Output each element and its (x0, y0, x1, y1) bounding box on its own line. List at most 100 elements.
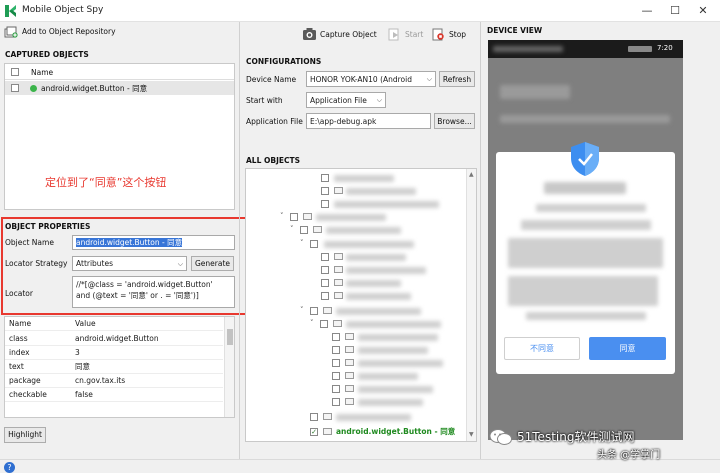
tree-node-checkbox[interactable] (321, 253, 329, 261)
privacy-dialog: 不同意 同意 (496, 142, 675, 374)
tree-node-checkbox[interactable] (332, 359, 340, 367)
close-button[interactable]: ✕ (690, 2, 716, 20)
all-objects-heading: ALL OBJECTS (246, 156, 301, 165)
scroll-up-icon[interactable]: ▲ (469, 171, 474, 178)
table-row[interactable]: text 同意 (5, 360, 223, 374)
tree-node-blurred (346, 188, 416, 195)
tree-node-blurred (346, 293, 411, 300)
tree-node-checkbox[interactable] (321, 174, 329, 182)
start-with-select[interactable]: Application File ⌵ (306, 92, 386, 108)
stop-label: Stop (449, 30, 467, 39)
captured-objects-list: Name android.widget.Button - 同意 定位到了“同意”… (4, 63, 235, 210)
window-title: Mobile Object Spy (22, 5, 104, 15)
configurations-heading: CONFIGURATIONS (246, 57, 322, 66)
captured-item-label: android.widget.Button - 同意 (41, 84, 148, 93)
tree-node-checkbox[interactable] (310, 307, 318, 315)
tree-node-blurred (334, 175, 394, 182)
add-to-repo-button[interactable]: Add to Object Repository (2, 24, 242, 40)
stop-button[interactable]: Stop (432, 27, 472, 43)
table-row[interactable]: package cn.gov.tax.its (5, 374, 223, 388)
refresh-button[interactable]: Refresh (439, 71, 475, 87)
start-button[interactable]: Start (388, 27, 428, 43)
tree-node-selected-label: android.widget.Button - 同意 (336, 427, 456, 436)
tree-expand-icon[interactable]: ˅ (310, 319, 314, 327)
agree-button[interactable]: 同意 (589, 337, 666, 360)
capture-object-button[interactable]: Capture Object (302, 27, 382, 43)
tree-node-checkbox[interactable] (321, 266, 329, 274)
start-icon (388, 28, 399, 41)
device-screen[interactable]: 7:20 不同意 同意 (488, 40, 683, 440)
application-file-field[interactable]: E:\app-debug.apk (306, 113, 431, 129)
table-row[interactable]: class android.widget.Button (5, 332, 223, 346)
watermark-line-2: 头条 @学掌门 (597, 450, 661, 461)
background-blurred (500, 85, 570, 99)
splitter[interactable] (239, 22, 240, 459)
stop-icon (432, 28, 444, 41)
select-all-checkbox[interactable] (11, 68, 19, 76)
properties-scrollbar[interactable] (224, 317, 234, 417)
tree-node-selected[interactable]: ✓ android.widget.Button - 同意 (310, 426, 470, 438)
highlight-annotation-box (1, 217, 253, 315)
tree-node-checkbox[interactable] (321, 200, 329, 208)
tree-node-checkbox[interactable] (332, 385, 340, 393)
highlight-button[interactable]: Highlight (4, 427, 46, 443)
tree-node-checkbox[interactable] (332, 372, 340, 380)
tree-node-checkbox[interactable] (310, 413, 318, 421)
dialog-text-blurred (508, 276, 658, 306)
tree-node-icon (345, 385, 354, 392)
tree-node-checkbox-checked[interactable]: ✓ (310, 428, 318, 436)
tree-expand-icon[interactable]: ˅ (300, 306, 304, 314)
tree-node-checkbox[interactable] (321, 187, 329, 195)
prop-value: cn.gov.tax.its (75, 376, 126, 385)
tree-node-blurred (346, 267, 426, 274)
minimize-button[interactable]: — (634, 2, 660, 20)
status-time: 7:20 (657, 44, 673, 52)
title-bar: Mobile Object Spy — ☐ ✕ (0, 0, 720, 22)
browse-button[interactable]: Browse... (434, 113, 475, 129)
tree-node-checkbox[interactable] (332, 346, 340, 354)
table-row[interactable]: checkable false (5, 388, 223, 402)
tree-expand-icon[interactable]: ˅ (290, 225, 294, 233)
tree-node-checkbox[interactable] (321, 279, 329, 287)
prop-name: package (9, 376, 41, 385)
all-objects-tree: ˅ ˅ ˅ ˅ ˅ ✓ android.widget.Button - 同意 ▲… (245, 168, 477, 442)
scrollbar-thumb[interactable] (227, 329, 233, 345)
splitter[interactable] (480, 22, 481, 459)
tree-node-blurred (358, 360, 443, 367)
tree-node-checkbox[interactable] (320, 320, 328, 328)
captured-header-row: Name (5, 64, 234, 80)
tree-expand-icon[interactable]: ˅ (280, 212, 284, 220)
tree-node-checkbox[interactable] (332, 398, 340, 406)
annotation-text: 定位到了“同意”这个按钮 (45, 176, 167, 189)
tree-node-blurred (346, 254, 406, 261)
captured-item-row[interactable]: android.widget.Button - 同意 (5, 81, 234, 95)
scroll-down-icon[interactable]: ▼ (469, 431, 474, 438)
tree-node-icon (313, 226, 322, 233)
tree-node-blurred (336, 308, 421, 315)
captured-item-checkbox[interactable] (11, 84, 19, 92)
disagree-button[interactable]: 不同意 (504, 337, 580, 360)
dialog-text-blurred (536, 204, 646, 212)
tree-node-checkbox[interactable] (310, 240, 318, 248)
prop-value: false (75, 390, 93, 399)
chevron-down-icon: ⌵ (376, 96, 382, 104)
tree-node-icon (334, 253, 343, 260)
tree-node-checkbox[interactable] (290, 213, 298, 221)
help-icon[interactable]: ? (4, 462, 15, 473)
tree-node-blurred (358, 373, 418, 380)
tree-expand-icon[interactable]: ˅ (300, 239, 304, 247)
column-name-header: Name (31, 68, 54, 77)
tree-node-checkbox[interactable] (300, 226, 308, 234)
tree-node-checkbox[interactable] (332, 333, 340, 341)
device-name-select[interactable]: HONOR YOK-AN10 (Android ⌵ (306, 71, 436, 87)
dialog-text-blurred (526, 312, 646, 320)
tree-scrollbar[interactable]: ▲ ▼ (466, 169, 476, 441)
tree-node-checkbox[interactable] (321, 292, 329, 300)
table-row[interactable]: index 3 (5, 346, 223, 360)
capture-object-label: Capture Object (320, 30, 377, 39)
tree-node-icon (303, 213, 312, 220)
maximize-button[interactable]: ☐ (662, 2, 688, 20)
prop-name: index (9, 348, 30, 357)
tree-node-icon (345, 359, 354, 366)
tree-node-blurred (358, 399, 423, 406)
